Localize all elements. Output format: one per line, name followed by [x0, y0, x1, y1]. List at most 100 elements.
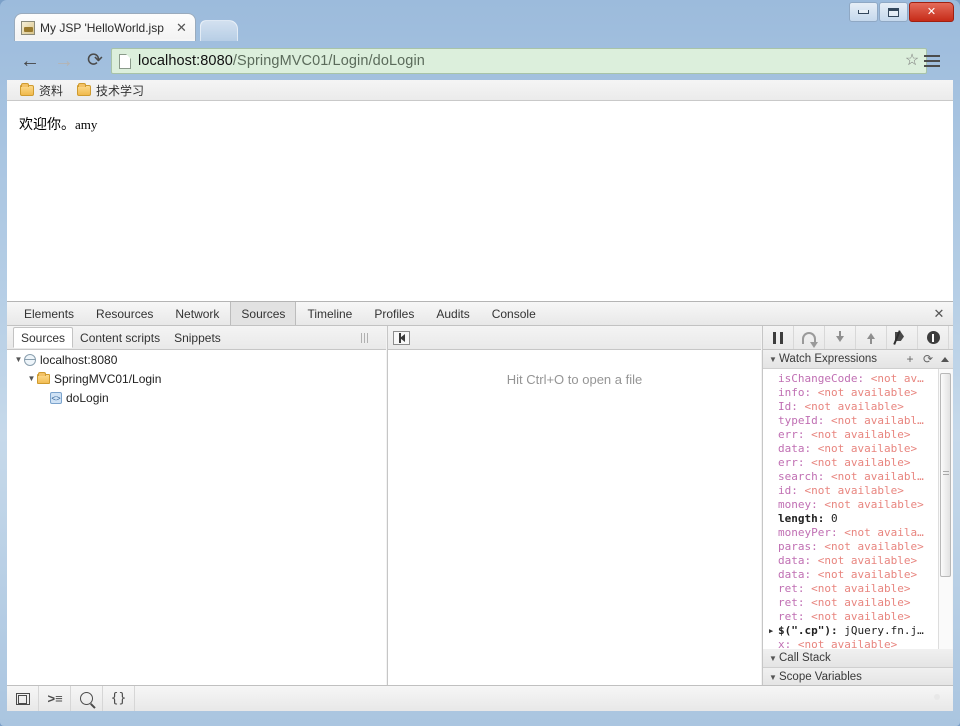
hamburger-line: [924, 60, 940, 62]
window-close-button[interactable]: ✕: [909, 2, 954, 22]
watch-expression-name: paras:: [778, 540, 818, 553]
tab-close-icon[interactable]: ✕: [174, 20, 189, 35]
step-over-button[interactable]: [794, 326, 825, 349]
tab-resources[interactable]: Resources: [85, 302, 164, 325]
subtab-sources[interactable]: Sources: [13, 327, 74, 348]
browser-tab[interactable]: My JSP 'HelloWorld.jsp ✕: [14, 13, 196, 41]
bookmark-item[interactable]: 资料: [15, 81, 68, 100]
maximize-icon: [888, 7, 899, 17]
back-button[interactable]: ←: [17, 49, 43, 73]
watch-expression-row[interactable]: paras: <not available>: [769, 540, 939, 554]
watch-expression-row[interactable]: search: <not availabl…: [769, 470, 939, 484]
watch-expression-row[interactable]: ret: <not available>: [769, 610, 939, 624]
step-into-icon: [834, 331, 846, 344]
pretty-print-button[interactable]: {}: [103, 686, 135, 711]
watch-expression-row[interactable]: err: <not available>: [769, 428, 939, 442]
tab-elements[interactable]: Elements: [13, 302, 85, 325]
watch-expression-row[interactable]: Id: <not available>: [769, 400, 939, 414]
watch-expression-row[interactable]: ▶ $(".cp"): jQuery.fn.j…: [769, 624, 939, 638]
breakpoint-slash-icon: [895, 331, 909, 344]
tree-item-file[interactable]: <> doLogin: [7, 388, 386, 407]
watch-expression-row[interactable]: id: <not available>: [769, 484, 939, 498]
watch-expression-row[interactable]: data: <not available>: [769, 442, 939, 456]
hamburger-line: [924, 65, 940, 67]
disclosure-triangle-icon[interactable]: ▶: [769, 624, 778, 638]
watch-expression-value: <not available>: [811, 568, 918, 581]
pane-resize-grip[interactable]: [361, 333, 370, 343]
source-editor[interactable]: Hit Ctrl+O to open a file: [387, 350, 761, 686]
omnibox[interactable]: localhost:8080/SpringMVC01/Login/doLogin…: [111, 48, 927, 74]
tab-profiles[interactable]: Profiles: [363, 302, 425, 325]
tree-item-domain[interactable]: ▼ localhost:8080: [7, 350, 386, 369]
collapse-sidebar-icon[interactable]: [393, 330, 410, 345]
subtab-snippets[interactable]: Snippets: [167, 327, 228, 348]
pause-script-button[interactable]: [763, 326, 794, 349]
tab-sources[interactable]: Sources: [230, 302, 297, 325]
watch-expression-row[interactable]: length: 0: [769, 512, 939, 526]
watch-expression-row[interactable]: typeId: <not availabl…: [769, 414, 939, 428]
forward-button[interactable]: →: [51, 49, 77, 73]
scroll-up-button[interactable]: [938, 352, 952, 366]
watch-expression-name: length:: [778, 512, 825, 525]
tab-console[interactable]: Console: [481, 302, 547, 325]
subtab-content-scripts[interactable]: Content scripts: [73, 327, 167, 348]
pause-on-exceptions-button[interactable]: [918, 326, 949, 349]
deactivate-breakpoints-button[interactable]: [887, 326, 918, 349]
call-stack-header[interactable]: ▼ Call Stack: [763, 649, 953, 668]
watch-expression-value: <not availa…: [837, 526, 924, 539]
devtools-close-button[interactable]: ✕: [931, 306, 947, 322]
disclosure-triangle-icon[interactable]: ▼: [26, 374, 37, 383]
show-drawer-button[interactable]: >≡: [39, 686, 71, 711]
watch-expression-value: <not availabl…: [824, 470, 924, 483]
chevron-left-glyph: [399, 333, 405, 342]
step-into-button[interactable]: [825, 326, 856, 349]
watch-expressions-list[interactable]: isChangeCode: <not av… info: <not availab…: [763, 369, 939, 667]
disclosure-triangle-icon[interactable]: ▼: [13, 355, 24, 364]
bookmark-item[interactable]: 技术学习: [72, 81, 149, 100]
scope-variables-header[interactable]: ▼ Scope Variables: [763, 668, 953, 686]
devtools-status-bar: >≡ {}: [7, 685, 953, 711]
disclosure-triangle-icon[interactable]: ▼: [767, 673, 779, 682]
username-text: amy: [75, 117, 98, 132]
disclosure-triangle-icon[interactable]: ▼: [767, 654, 779, 663]
watch-expression-row[interactable]: data: <not available>: [769, 568, 939, 582]
watch-expressions-header[interactable]: ▼ Watch Expressions + ⟳: [763, 350, 953, 369]
watch-expression-row[interactable]: isChangeCode: <not av…: [769, 372, 939, 386]
settings-button[interactable]: [929, 689, 949, 709]
watch-expression-value: <not available>: [817, 498, 924, 511]
watch-expression-row[interactable]: ret: <not available>: [769, 596, 939, 610]
add-watch-expression-button[interactable]: +: [901, 352, 919, 366]
step-out-button[interactable]: [856, 326, 887, 349]
watch-expression-row[interactable]: data: <not available>: [769, 554, 939, 568]
watch-expression-row[interactable]: ret: <not available>: [769, 582, 939, 596]
search-icon: [80, 692, 93, 705]
reload-button[interactable]: ⟳: [82, 49, 108, 73]
disclosure-triangle-icon[interactable]: ▼: [767, 355, 779, 364]
watch-expression-row[interactable]: err: <not available>: [769, 456, 939, 470]
tab-network[interactable]: Network: [164, 302, 230, 325]
page-content-text: 欢迎你。amy: [19, 114, 97, 134]
watch-expression-name: typeId:: [778, 414, 825, 427]
browser-toolbar: ← → ⟳ localhost:8080/SpringMVC01/Login/d…: [7, 41, 953, 80]
watch-expression-name: money:: [778, 498, 818, 511]
refresh-watch-expressions-button[interactable]: ⟳: [919, 352, 937, 366]
window-maximize-button[interactable]: [879, 2, 908, 22]
debugger-toolbar: [762, 326, 953, 350]
devtools-panel: Elements Resources Network Sources Timel…: [7, 301, 953, 686]
tree-item-folder[interactable]: ▼ SpringMVC01/Login: [7, 369, 386, 388]
watch-scrollbar[interactable]: [938, 369, 952, 667]
page-info-icon[interactable]: [119, 53, 131, 69]
new-tab-button[interactable]: [200, 20, 238, 41]
tab-audits[interactable]: Audits: [425, 302, 480, 325]
watch-expression-row[interactable]: info: <not available>: [769, 386, 939, 400]
scrollbar-thumb[interactable]: [940, 373, 951, 577]
watch-expression-row[interactable]: money: <not available>: [769, 498, 939, 512]
tree-item-label: localhost:8080: [40, 352, 118, 367]
watch-expression-row[interactable]: moneyPer: <not availa…: [769, 526, 939, 540]
tab-timeline[interactable]: Timeline: [296, 302, 363, 325]
sources-subtab-bar: Sources Content scripts Snippets: [7, 326, 386, 350]
window-minimize-button[interactable]: [849, 2, 878, 22]
dock-to-side-button[interactable]: [7, 686, 39, 711]
search-button[interactable]: [71, 686, 103, 711]
chrome-menu-button[interactable]: [919, 49, 945, 73]
